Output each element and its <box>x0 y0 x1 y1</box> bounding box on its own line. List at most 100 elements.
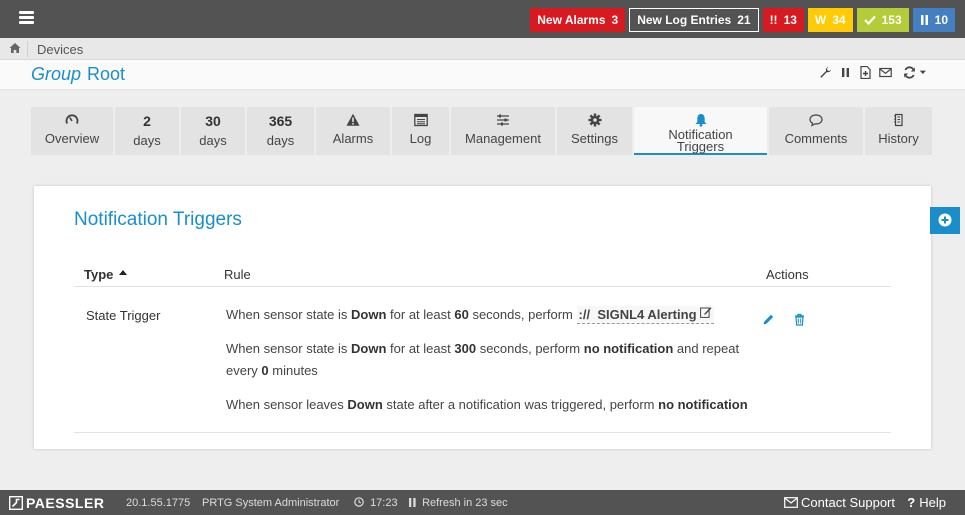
tab-history[interactable]: History <box>865 107 932 155</box>
page-title: Group Root <box>31 64 125 85</box>
rule1-text-post: seconds, perform <box>472 307 573 322</box>
user-name[interactable]: PRTG System Administrator <box>202 497 339 509</box>
edit-notification-icon[interactable] <box>700 306 712 318</box>
history-icon <box>893 113 903 127</box>
top-bar: New Alarms 3 New Log Entries 21 !! 13 W … <box>0 0 965 38</box>
rule1-text-pre: When sensor state is <box>226 307 348 322</box>
comment-icon <box>809 114 823 127</box>
tab-comments[interactable]: Comments <box>769 107 863 155</box>
signl4-notification-link[interactable]: :// SIGNL4 Alerting <box>576 306 715 324</box>
auto-refresh[interactable]: Refresh in 23 sec <box>409 497 508 509</box>
up-sensors-badge[interactable]: 153 <box>856 8 909 32</box>
tab-alarms-label: Alarms <box>332 131 374 146</box>
chevron-down-icon[interactable] <box>919 66 929 79</box>
object-toolbar <box>819 66 929 79</box>
rule3-state: Down <box>347 397 383 412</box>
rule2-state: Down <box>351 341 387 356</box>
warning-icon: W <box>814 13 827 27</box>
clock-icon <box>354 497 364 507</box>
new-log-label: New Log Entries <box>637 13 732 27</box>
tab-management[interactable]: Management <box>451 107 555 155</box>
trigger-type-cell: State Trigger <box>86 308 161 323</box>
tab-30-days-label: days <box>199 133 227 148</box>
paessler-logo-icon <box>9 495 23 510</box>
email-icon[interactable] <box>879 66 892 79</box>
home-icon[interactable] <box>9 42 21 54</box>
paessler-logo-text: PAESSLER <box>26 494 105 511</box>
trigger-rule-1: When sensor state is Down for at least 6… <box>226 304 746 326</box>
row-divider <box>74 432 891 433</box>
tab-log[interactable]: Log <box>392 107 449 155</box>
down-count: 13 <box>783 13 797 27</box>
rule3-text-post: state after a notification was triggered… <box>386 397 655 412</box>
help-link[interactable]: ? Help <box>907 495 946 510</box>
tab-notification-triggers[interactable]: Notification Triggers <box>634 107 767 155</box>
page-title-kind: Group <box>31 64 82 84</box>
notification-triggers-panel: Notification Triggers Type Rule Actions … <box>34 186 931 449</box>
rule2-text-pre: When sensor state is <box>226 341 348 356</box>
rule1-state: Down <box>351 307 387 322</box>
tab-365-days-number: 365 <box>268 113 293 129</box>
clock-time: 17:23 <box>370 497 398 509</box>
down-sensors-badge[interactable]: !! 13 <box>762 8 804 32</box>
hamburger-menu-icon[interactable] <box>19 11 34 24</box>
warning-icon <box>346 113 360 126</box>
up-count: 153 <box>881 13 902 27</box>
rule2-repeat-value: 0 <box>261 363 269 378</box>
help-icon: ? <box>907 495 916 510</box>
tab-settings[interactable]: Settings <box>557 107 632 155</box>
tab-overview[interactable]: Overview <box>31 107 113 155</box>
notification-name: SIGNL4 Alerting <box>597 307 697 322</box>
tab-log-label: Log <box>409 131 432 146</box>
new-log-count: 21 <box>737 13 751 27</box>
tab-30-days[interactable]: 30 days <box>181 107 245 155</box>
rule3-notification: no notification <box>658 397 748 412</box>
warning-count: 34 <box>832 13 846 27</box>
paused-sensors-badge[interactable]: 10 <box>912 8 955 32</box>
pause-refresh-icon <box>409 498 416 507</box>
rule1-text-mid: for at least <box>390 307 451 322</box>
tab-history-label: History <box>878 131 919 146</box>
gear-icon <box>588 113 601 127</box>
new-alarms-badge[interactable]: New Alarms 3 <box>530 8 626 32</box>
tab-365-days[interactable]: 365 days <box>247 107 314 155</box>
wrench-icon[interactable] <box>819 66 832 79</box>
down-icon: !! <box>769 13 778 27</box>
rule2-repeat-post: minutes <box>272 363 318 378</box>
object-tabs: Overview 2 days 30 days 365 days Alarms … <box>31 107 934 155</box>
contact-support-link[interactable]: Contact Support <box>784 495 895 510</box>
title-row: Group Root <box>0 60 965 90</box>
plus-circle-icon <box>938 213 952 227</box>
tab-2-days-number: 2 <box>143 113 151 129</box>
delete-trigger-icon[interactable] <box>793 313 806 326</box>
tab-2-days[interactable]: 2 days <box>115 107 179 155</box>
rule2-text-mid: for at least <box>390 341 451 356</box>
new-log-entries-badge[interactable]: New Log Entries 21 <box>629 8 759 32</box>
status-badges: New Alarms 3 New Log Entries 21 !! 13 W … <box>530 8 955 32</box>
warning-sensors-badge[interactable]: W 34 <box>807 8 853 32</box>
tab-overview-label: Overview <box>44 131 100 146</box>
breadcrumb: Devices <box>0 38 965 60</box>
pause-object-icon[interactable] <box>839 66 852 79</box>
auto-refresh-text: Refresh in 23 sec <box>422 497 508 509</box>
tab-notification-triggers-label-line2: Triggers <box>676 139 725 154</box>
refresh-icon[interactable] <box>903 66 916 79</box>
tab-365-days-label: days <box>266 133 295 148</box>
sort-ascending-icon <box>119 270 128 275</box>
clock: 17:23 <box>354 497 398 509</box>
tab-2-days-label: days <box>133 133 161 148</box>
trigger-rule-3: When sensor leaves Down state after a no… <box>226 394 786 416</box>
paused-count: 10 <box>934 13 948 27</box>
breadcrumb-devices[interactable]: Devices <box>37 42 83 57</box>
help-label: Help <box>919 495 946 510</box>
tab-alarms[interactable]: Alarms <box>316 107 390 155</box>
edit-trigger-icon[interactable] <box>762 313 775 326</box>
checkmark-icon <box>863 15 876 25</box>
tab-30-days-number: 30 <box>205 113 221 129</box>
add-trigger-button[interactable] <box>930 207 960 234</box>
column-header-type-label: Type <box>84 267 114 282</box>
version-text: 20.1.55.1775 <box>126 497 191 509</box>
add-document-icon[interactable] <box>859 66 872 79</box>
contact-support-label: Contact Support <box>801 495 895 510</box>
column-header-type[interactable]: Type <box>84 267 128 282</box>
